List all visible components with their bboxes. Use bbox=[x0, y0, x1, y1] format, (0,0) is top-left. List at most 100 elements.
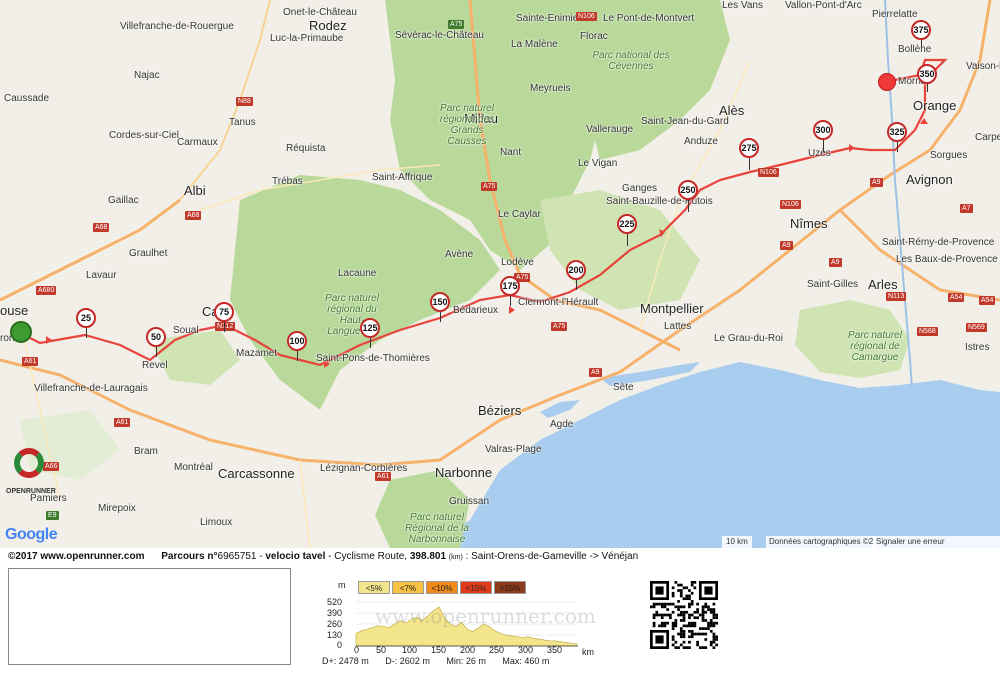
road-shield: A75 bbox=[448, 20, 465, 29]
profile-x-tick: 0 bbox=[354, 645, 360, 655]
qr-module bbox=[685, 610, 689, 614]
qr-module bbox=[682, 597, 686, 601]
qr-module bbox=[704, 638, 708, 641]
km-marker[interactable]: 300 bbox=[813, 120, 833, 140]
city-narbonne: Narbonne bbox=[435, 465, 493, 480]
parcours-label: Parcours n° bbox=[161, 551, 218, 562]
elevation-stats: D+: 2478 m D-: 2602 m Min: 26 m Max: 460… bbox=[322, 656, 563, 666]
qr-module bbox=[677, 632, 680, 636]
town-label: Lézignan-Corbières bbox=[320, 463, 408, 474]
town-label: La Malène bbox=[511, 39, 558, 50]
km-marker[interactable]: 175 bbox=[500, 276, 520, 296]
town-label: Cordes-sur-Ciel bbox=[109, 130, 180, 141]
town-label: Bollène bbox=[898, 44, 932, 55]
qr-module bbox=[688, 605, 691, 609]
profile-x-tick: 250 bbox=[489, 645, 505, 655]
map-data-credit: Données cartographiques ©2 bbox=[766, 536, 877, 548]
qr-module bbox=[709, 624, 713, 628]
road-shield: A61 bbox=[114, 418, 131, 427]
qr-module bbox=[679, 583, 683, 587]
qr-module bbox=[652, 624, 656, 628]
city-sete: Sète bbox=[613, 382, 634, 393]
qr-module bbox=[671, 610, 675, 614]
town-label: Mirepoix bbox=[98, 503, 136, 514]
town-label: Limoux bbox=[200, 517, 233, 528]
qr-module bbox=[715, 621, 718, 625]
profile-x-tick: 100 bbox=[402, 645, 418, 655]
elevation-gain: D+: 2478 m bbox=[322, 656, 369, 666]
road-shield: A75 bbox=[481, 182, 498, 191]
qr-module bbox=[679, 613, 683, 617]
route-start-marker[interactable] bbox=[10, 321, 32, 343]
qr-module bbox=[679, 605, 683, 609]
qr-module bbox=[704, 610, 708, 614]
qr-finder bbox=[655, 635, 664, 644]
route-end-marker[interactable] bbox=[878, 73, 896, 91]
qr-module bbox=[712, 638, 716, 641]
qr-module bbox=[688, 613, 691, 617]
qr-module bbox=[693, 632, 697, 636]
town-label: Carmaux bbox=[177, 137, 218, 148]
qr-module bbox=[688, 621, 691, 625]
city-orange: Orange bbox=[913, 98, 957, 113]
qr-module bbox=[701, 605, 705, 609]
qr-module bbox=[679, 627, 683, 630]
qr-module bbox=[671, 627, 675, 630]
km-marker[interactable]: 100 bbox=[287, 331, 307, 351]
km-marker[interactable]: 150 bbox=[430, 292, 450, 312]
qr-module bbox=[685, 597, 689, 601]
road-shield: N88 bbox=[236, 97, 253, 106]
km-marker[interactable]: 25 bbox=[76, 308, 96, 328]
profile-x-unit: km bbox=[582, 647, 594, 657]
profile-x-tick: 350 bbox=[547, 645, 563, 655]
qr-module bbox=[671, 638, 675, 641]
qr-module bbox=[688, 597, 691, 601]
google-logo[interactable]: Google bbox=[5, 526, 58, 544]
km-marker[interactable]: 125 bbox=[360, 318, 380, 338]
qr-module bbox=[671, 621, 675, 625]
km-marker[interactable]: 50 bbox=[146, 327, 166, 347]
road-shield: A9 bbox=[589, 368, 602, 377]
qr-module bbox=[669, 616, 672, 620]
town-label: Trébas bbox=[272, 176, 303, 187]
km-marker[interactable]: 350 bbox=[917, 64, 937, 84]
km-marker[interactable]: 225 bbox=[617, 214, 637, 234]
qr-module bbox=[677, 589, 680, 592]
town-label: Villefranche-de-Rouergue bbox=[120, 21, 234, 32]
road-shield: A9 bbox=[870, 178, 883, 187]
town-label: Luc-la-Primaube bbox=[270, 33, 344, 44]
map-canvas[interactable]: ouse Albi Ca Mazamet Montpellier Nîmes A… bbox=[0, 0, 1000, 548]
qr-module bbox=[682, 613, 686, 617]
km-marker[interactable]: 250 bbox=[678, 180, 698, 200]
town-label: Montréal bbox=[174, 462, 213, 473]
route-arrow bbox=[509, 306, 515, 314]
qr-module bbox=[679, 643, 683, 647]
km-marker[interactable]: 75 bbox=[214, 302, 234, 322]
qr-module bbox=[679, 594, 683, 598]
qr-module bbox=[655, 610, 659, 614]
km-marker[interactable]: 325 bbox=[887, 122, 907, 142]
qr-module bbox=[715, 613, 718, 617]
map-background bbox=[0, 0, 1000, 548]
qr-module bbox=[709, 608, 713, 611]
qr-module bbox=[715, 638, 718, 641]
qr-module bbox=[682, 624, 686, 628]
km-marker[interactable]: 200 bbox=[566, 260, 586, 280]
qr-module bbox=[698, 646, 702, 649]
qr-module bbox=[677, 583, 680, 587]
city-toulouse: ouse bbox=[0, 303, 29, 318]
km-marker[interactable]: 275 bbox=[739, 138, 759, 158]
qr-module bbox=[709, 610, 713, 614]
qr-module bbox=[666, 608, 670, 611]
qr-module bbox=[679, 619, 683, 622]
report-map-error-link[interactable]: Signaler une erreur cartographique bbox=[873, 536, 1000, 548]
qr-module bbox=[685, 624, 689, 628]
qr-module bbox=[652, 602, 656, 606]
qr-module bbox=[696, 610, 699, 614]
town-label: Najac bbox=[134, 70, 160, 81]
openrunner-logo-icon bbox=[14, 448, 44, 478]
town-label: Vallerauge bbox=[586, 124, 634, 135]
city-arles: Arles bbox=[868, 277, 898, 292]
openrunner-logo: OPENRUNNER bbox=[6, 448, 56, 508]
km-marker[interactable]: 375 bbox=[911, 20, 931, 40]
